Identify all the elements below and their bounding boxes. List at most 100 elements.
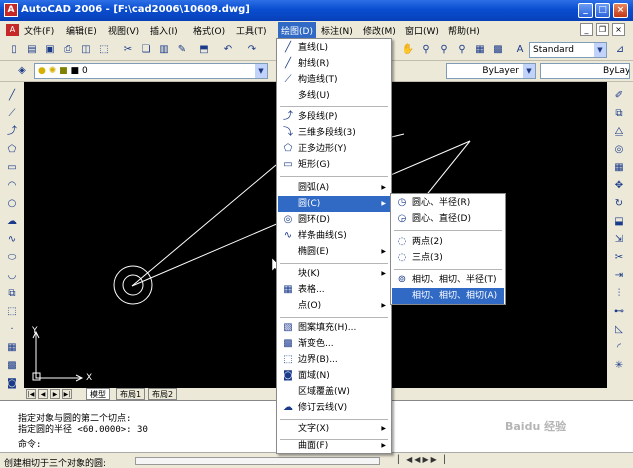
- menu-item-block[interactable]: 块(K) ▶: [278, 266, 390, 282]
- cut-icon[interactable]: ✂: [120, 42, 136, 58]
- menu-dimension[interactable]: 标注(N): [321, 24, 353, 37]
- gradient-icon[interactable]: ▩: [4, 358, 20, 374]
- menu-item-multiline[interactable]: 多线(U): [278, 88, 390, 104]
- zoom-realtime-icon[interactable]: ⚲: [418, 42, 434, 58]
- menu-item-revision-cloud[interactable]: ☁ 修订云线(V): [278, 400, 390, 416]
- submenu-item-tan-tan-radius[interactable]: ⊚ 相切、相切、半径(T): [392, 272, 504, 288]
- next-tab-icon[interactable]: ▶: [50, 389, 60, 399]
- menu-insert[interactable]: 插入(I): [150, 24, 178, 37]
- menu-draw[interactable]: 绘图(D): [278, 22, 316, 38]
- menu-item-surfaces[interactable]: 曲面(F) ▶: [278, 438, 390, 453]
- linetype-select[interactable]: ByLayer ▼: [446, 63, 536, 79]
- menu-item-text[interactable]: 文字(X) ▶: [278, 421, 390, 437]
- copy-icon[interactable]: ❏: [138, 42, 154, 58]
- menu-item-construction-line[interactable]: ⟋ 构造线(T): [278, 72, 390, 88]
- new-file-icon[interactable]: ▯: [6, 42, 22, 58]
- menu-help[interactable]: 帮助(H): [448, 24, 480, 37]
- layer-select[interactable]: ● ✺ ■ ■ 0 ▼: [34, 63, 268, 79]
- playback-controls-icon[interactable]: ▏◀◀▶▶▕: [398, 455, 468, 467]
- revision-cloud-icon[interactable]: ☁: [4, 214, 20, 230]
- calculator-icon[interactable]: ▩: [490, 42, 506, 58]
- horizontal-scrollbar[interactable]: [135, 457, 380, 465]
- command-prompt[interactable]: 命令:: [18, 437, 41, 450]
- plot-icon[interactable]: ⎙: [60, 42, 76, 58]
- close-button[interactable]: ×: [613, 3, 628, 18]
- menu-item-ellipse[interactable]: 椭圆(E) ▶: [278, 244, 390, 260]
- stretch-icon[interactable]: ⇲: [611, 232, 627, 248]
- mirror-icon[interactable]: ⧋: [611, 124, 627, 140]
- chevron-down-icon[interactable]: ▼: [255, 64, 267, 78]
- menu-tools[interactable]: 工具(T): [236, 24, 267, 37]
- undo-icon[interactable]: ↶: [220, 42, 236, 58]
- minimize-button[interactable]: _: [578, 3, 593, 18]
- copy-object-icon[interactable]: ⧉: [611, 106, 627, 122]
- autocad-app-icon[interactable]: A: [4, 3, 18, 17]
- menu-item-3d-polyline[interactable]: ⤵ 三维多段线(3): [278, 125, 390, 141]
- match-properties-icon[interactable]: ✎: [174, 42, 190, 58]
- menu-item-wipeout[interactable]: 区域覆盖(W): [278, 384, 390, 400]
- submenu-item-two-points[interactable]: ◌ 两点(2): [392, 234, 504, 250]
- extend-icon[interactable]: ⇥: [611, 268, 627, 284]
- last-tab-icon[interactable]: ▶|: [62, 389, 72, 399]
- menu-edit[interactable]: 编辑(E): [66, 24, 97, 37]
- menu-item-polygon[interactable]: ⬠ 正多边形(Y): [278, 141, 390, 157]
- menu-item-gradient[interactable]: ▩ 渐变色...: [278, 336, 390, 352]
- publish-icon[interactable]: ⬚: [96, 42, 112, 58]
- submenu-item-tan-tan-tan[interactable]: 相切、相切、相切(A): [392, 288, 504, 304]
- zoom-window-icon[interactable]: ⚲: [436, 42, 452, 58]
- doc-restore-button[interactable]: ❐: [596, 23, 609, 36]
- insert-block-icon[interactable]: ⧉: [4, 286, 20, 302]
- open-file-icon[interactable]: ▤: [24, 42, 40, 58]
- tab-layout1[interactable]: 布局1: [116, 388, 146, 400]
- fillet-icon[interactable]: ◜: [611, 340, 627, 356]
- preview-icon[interactable]: ◫: [78, 42, 94, 58]
- menu-item-arc[interactable]: 圆弧(A) ▶: [278, 180, 390, 196]
- point-icon[interactable]: ·: [4, 322, 20, 338]
- menu-item-line[interactable]: ╱ 直线(L): [278, 40, 390, 56]
- text-style-select[interactable]: Standard ▼: [529, 42, 607, 58]
- menu-window[interactable]: 窗口(W): [405, 24, 439, 37]
- tab-model[interactable]: 模型: [86, 388, 110, 400]
- dim-style-icon[interactable]: ⊿: [612, 42, 628, 58]
- layer-manager-icon[interactable]: ◈: [14, 63, 30, 79]
- offset-icon[interactable]: ◎: [611, 142, 627, 158]
- erase-icon[interactable]: ✐: [611, 88, 627, 104]
- menu-item-region[interactable]: ◙ 面域(N): [278, 368, 390, 384]
- menu-file[interactable]: 文件(F): [24, 24, 54, 37]
- hatch-icon[interactable]: ▦: [4, 340, 20, 356]
- menu-item-hatch[interactable]: ▧ 图案填充(H)...: [278, 320, 390, 336]
- tab-layout2[interactable]: 布局2: [148, 388, 178, 400]
- rectangle-icon[interactable]: ▭: [4, 160, 20, 176]
- construction-line-icon[interactable]: ⟋: [4, 106, 20, 122]
- save-icon[interactable]: ▣: [42, 42, 58, 58]
- break-icon[interactable]: ⫶: [611, 286, 627, 302]
- submenu-item-center-radius[interactable]: ◷ 圆心、半径(R): [392, 195, 504, 211]
- submenu-item-three-points[interactable]: ◌ 三点(3): [392, 250, 504, 266]
- menu-item-circle[interactable]: 圆(C) ▶: [278, 196, 390, 212]
- circle-icon[interactable]: ○: [4, 196, 20, 212]
- pan-icon[interactable]: ✋: [400, 42, 416, 58]
- join-icon[interactable]: ⊷: [611, 304, 627, 320]
- menu-item-ray[interactable]: ╱ 射线(R): [278, 56, 390, 72]
- scale-icon[interactable]: ⬓: [611, 214, 627, 230]
- menu-format[interactable]: 格式(O): [193, 24, 225, 37]
- spline-icon[interactable]: ∿: [4, 232, 20, 248]
- chevron-down-icon[interactable]: ▼: [594, 43, 606, 57]
- doc-close-button[interactable]: ×: [612, 23, 625, 36]
- polygon-icon[interactable]: ⬠: [4, 142, 20, 158]
- explode-icon[interactable]: ✳: [611, 358, 627, 374]
- region-icon[interactable]: ◙: [4, 376, 20, 392]
- make-block-icon[interactable]: ⬚: [4, 304, 20, 320]
- paste-icon[interactable]: ▥: [156, 42, 172, 58]
- menu-item-rectangle[interactable]: ▭ 矩形(G): [278, 157, 390, 173]
- menu-view[interactable]: 视图(V): [108, 24, 139, 37]
- menu-modify[interactable]: 修改(M): [363, 24, 396, 37]
- menu-item-point[interactable]: 点(O) ▶: [278, 298, 390, 314]
- submenu-item-center-diameter[interactable]: ◶ 圆心、直径(D): [392, 211, 504, 227]
- arc-icon[interactable]: ◠: [4, 178, 20, 194]
- block-editor-icon[interactable]: ⬒: [196, 42, 212, 58]
- document-icon[interactable]: A: [6, 24, 19, 36]
- prev-tab-icon[interactable]: ◀: [38, 389, 48, 399]
- ellipse-icon[interactable]: ⬭: [4, 250, 20, 266]
- trim-icon[interactable]: ✂: [611, 250, 627, 266]
